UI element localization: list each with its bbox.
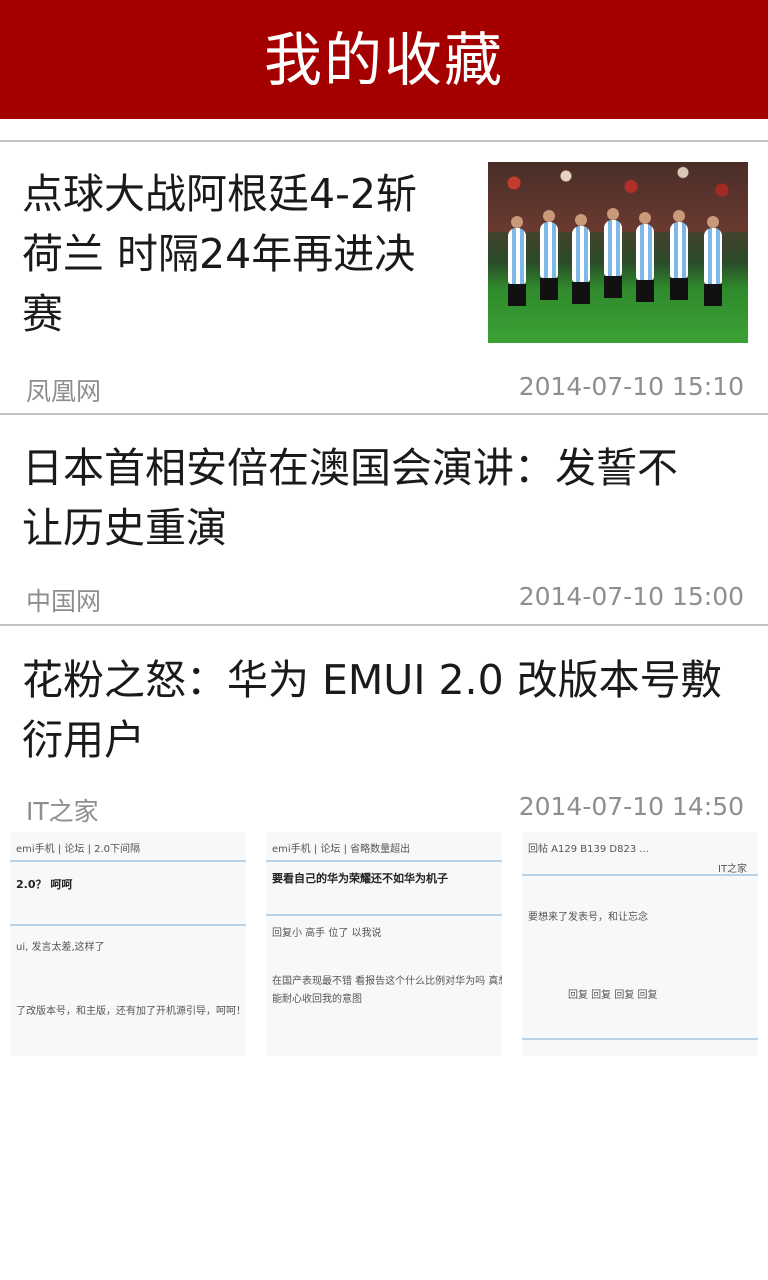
article-title-line: 花粉之怒：华为 EMUI 2.0 改版本号敷 xyxy=(22,656,722,704)
article-title-line: 赛 xyxy=(22,290,63,338)
article-time: 2014-07-10 15:10 xyxy=(518,372,744,401)
thumbnail-text: 了改版本号，和主版，还有加了开机源引导，呵呵！ xyxy=(16,1006,246,1017)
photo-player xyxy=(508,216,526,306)
article-title[interactable]: 花粉之怒：华为 EMUI 2.0 改版本号敷 衍用户 xyxy=(22,650,762,770)
thumbnail-text: IT之家 xyxy=(718,864,748,875)
divider xyxy=(0,413,768,415)
photo-player xyxy=(704,216,722,306)
thumbnail-text: emi手机 | 论坛 | 省略数量超出 xyxy=(272,844,411,855)
article-source: 中国网 xyxy=(26,587,102,616)
thumbnail-text: 回复小 高手 位了 以我说 xyxy=(272,928,382,939)
photo-player xyxy=(540,210,558,300)
thumbnail-rule xyxy=(522,1038,758,1040)
photo-player xyxy=(636,212,654,302)
thumbnail-text: 能耐心收回我的意图 xyxy=(272,994,362,1005)
thumbnail-text: emi手机 | 论坛 | 2.0下间隔 xyxy=(16,844,141,855)
thumbnail-rule xyxy=(10,860,246,862)
article-title-line: 日本首相安倍在澳国会演讲：发誓不 xyxy=(22,444,678,492)
article-meta: IT之家 2014-07-10 14:50 xyxy=(26,792,744,826)
divider xyxy=(0,624,768,626)
thumbnail-rule xyxy=(522,874,758,876)
page-title: 我的收藏 xyxy=(263,25,504,94)
photo-player xyxy=(670,210,688,300)
article-title-line: 点球大战阿根廷4-2斩 xyxy=(22,170,417,218)
thumbnail-rule xyxy=(266,860,502,862)
article-thumbnail[interactable]: emi手机 | 论坛 | 2.0下间隔 2.0？ 呵呵 ui, 发言太差,这样了… xyxy=(10,832,246,1056)
article-meta: 凤凰网 2014-07-10 15:10 xyxy=(26,372,744,406)
thumbnail-text: 在国产表现最不错 看报告这个什么比例对华为吗 真想很想 xyxy=(272,976,502,987)
article-photo[interactable] xyxy=(488,162,748,343)
article-source: 凤凰网 xyxy=(26,377,102,406)
article-time: 2014-07-10 14:50 xyxy=(518,792,744,821)
photo-player xyxy=(604,208,622,298)
thumbnail-text: 要看自己的华为荣耀还不如华为机子 xyxy=(272,872,448,885)
thumbnail-text: ui, 发言太差,这样了 xyxy=(16,942,105,953)
thumbnail-text: 回复 回复 回复 回复 xyxy=(568,990,658,1001)
app-header: 我的收藏 xyxy=(0,0,768,119)
photo-player xyxy=(572,214,590,304)
thumbnail-text: 回帖 A129 B139 D823 ... xyxy=(528,844,649,855)
article-thumbnail[interactable]: 回帖 A129 B139 D823 ... IT之家 要想来了发表号，和让忘念 … xyxy=(522,832,758,1056)
thumbnail-text: 要想来了发表号，和让忘念 xyxy=(528,912,648,923)
article-title-line: 荷兰 时隔24年再进决 xyxy=(22,230,416,278)
article-meta: 中国网 2014-07-10 15:00 xyxy=(26,582,744,616)
article-title-line: 让历史重演 xyxy=(22,504,227,552)
article-source: IT之家 xyxy=(26,797,99,826)
article-title-line: 衍用户 xyxy=(22,716,145,764)
thumbnail-rule xyxy=(10,924,246,926)
thumbnail-rule xyxy=(266,914,502,916)
article-title[interactable]: 日本首相安倍在澳国会演讲：发誓不 让历史重演 xyxy=(22,438,752,558)
thumbnail-text: 2.0？ 呵呵 xyxy=(16,878,73,891)
article-thumbnail[interactable]: emi手机 | 论坛 | 省略数量超出 要看自己的华为荣耀还不如华为机子 回复小… xyxy=(266,832,502,1056)
article-title[interactable]: 点球大战阿根廷4-2斩 荷兰 时隔24年再进决 赛 xyxy=(22,164,462,344)
article-time: 2014-07-10 15:00 xyxy=(518,582,744,611)
divider xyxy=(0,140,768,142)
